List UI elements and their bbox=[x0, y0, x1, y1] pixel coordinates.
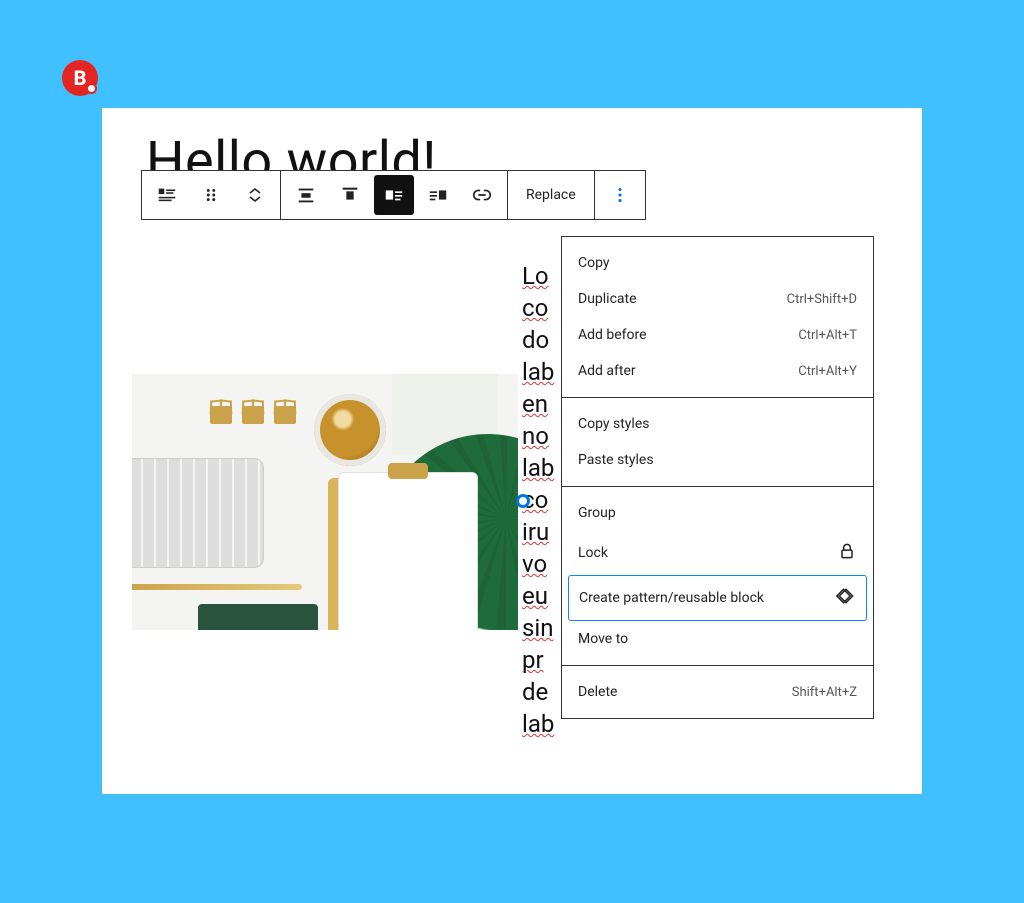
menu-group[interactable]: Group bbox=[562, 495, 873, 531]
menu-label: Delete bbox=[578, 684, 617, 700]
text-fragment: pr bbox=[522, 644, 562, 676]
menu-label: Move to bbox=[578, 631, 628, 647]
align-top-button[interactable] bbox=[330, 175, 370, 215]
block-toolbar: Replace bbox=[141, 170, 646, 220]
menu-add-before[interactable]: Add before Ctrl+Alt+T bbox=[562, 317, 873, 353]
menu-add-after[interactable]: Add after Ctrl+Alt+Y bbox=[562, 353, 873, 389]
image-block[interactable]: NOTEBOOK bbox=[132, 374, 518, 630]
menu-label: Paste styles bbox=[578, 452, 654, 468]
menu-duplicate[interactable]: Duplicate Ctrl+Shift+D bbox=[562, 281, 873, 317]
align-none-button[interactable] bbox=[286, 175, 326, 215]
text-fragment: en bbox=[522, 388, 562, 420]
menu-shortcut: Ctrl+Shift+D bbox=[787, 292, 857, 307]
text-fragment: Lo bbox=[522, 260, 562, 292]
toolbar-group-replace: Replace bbox=[508, 171, 595, 219]
block-options-menu: Copy Duplicate Ctrl+Shift+D Add before C… bbox=[561, 236, 874, 719]
notebook: NOTEBOOK bbox=[198, 604, 318, 630]
menu-label: Add after bbox=[578, 363, 636, 379]
resize-handle[interactable] bbox=[516, 494, 530, 508]
replace-button[interactable]: Replace bbox=[511, 175, 591, 215]
menu-delete[interactable]: Delete Shift+Alt+Z bbox=[562, 674, 873, 710]
editor-page: Hello world! bbox=[102, 108, 922, 794]
text-fragment: lab bbox=[522, 356, 562, 388]
toolbar-group-align bbox=[281, 171, 508, 219]
drag-handle[interactable] bbox=[191, 175, 231, 215]
menu-paste-styles[interactable]: Paste styles bbox=[562, 442, 873, 478]
text-fragment: no bbox=[522, 420, 562, 452]
menu-copy[interactable]: Copy bbox=[562, 245, 873, 281]
menu-label: Lock bbox=[578, 545, 608, 561]
menu-label: Add before bbox=[578, 327, 647, 343]
lock-icon bbox=[837, 541, 857, 565]
menu-shortcut: Ctrl+Alt+T bbox=[798, 328, 857, 343]
text-fragment: de bbox=[522, 676, 562, 708]
menu-copy-styles[interactable]: Copy styles bbox=[562, 406, 873, 442]
menu-shortcut: Shift+Alt+Z bbox=[792, 685, 857, 700]
pattern-icon bbox=[836, 586, 856, 610]
menu-move-to[interactable]: Move to bbox=[562, 621, 873, 657]
text-fragment: lab bbox=[522, 708, 562, 740]
link-button[interactable] bbox=[462, 175, 502, 215]
align-left-button[interactable] bbox=[374, 175, 414, 215]
text-fragment: vo bbox=[522, 548, 562, 580]
menu-label: Copy styles bbox=[578, 416, 649, 432]
flatlay-image: NOTEBOOK bbox=[132, 374, 518, 630]
text-fragment: lab bbox=[522, 452, 562, 484]
logo: B bbox=[62, 60, 98, 96]
toolbar-group-more bbox=[595, 171, 645, 219]
menu-label: Create pattern/reusable block bbox=[579, 590, 764, 606]
menu-label: Copy bbox=[578, 255, 610, 271]
text-fragment: do bbox=[522, 324, 562, 356]
text-fragment: sin bbox=[522, 612, 562, 644]
align-right-button[interactable] bbox=[418, 175, 458, 215]
more-options-button[interactable] bbox=[600, 175, 640, 215]
move-up-down[interactable] bbox=[235, 175, 275, 215]
menu-lock[interactable]: Lock bbox=[562, 531, 873, 575]
block-type-button[interactable] bbox=[147, 175, 187, 215]
menu-label: Group bbox=[578, 505, 616, 521]
text-fragment: co bbox=[522, 292, 562, 324]
text-fragment: eu bbox=[522, 580, 562, 612]
menu-shortcut: Ctrl+Alt+Y bbox=[798, 364, 857, 379]
text-fragment: iru bbox=[522, 516, 562, 548]
menu-label: Duplicate bbox=[578, 291, 637, 307]
toolbar-group-block bbox=[142, 171, 281, 219]
menu-create-pattern[interactable]: Create pattern/reusable block bbox=[568, 575, 867, 621]
